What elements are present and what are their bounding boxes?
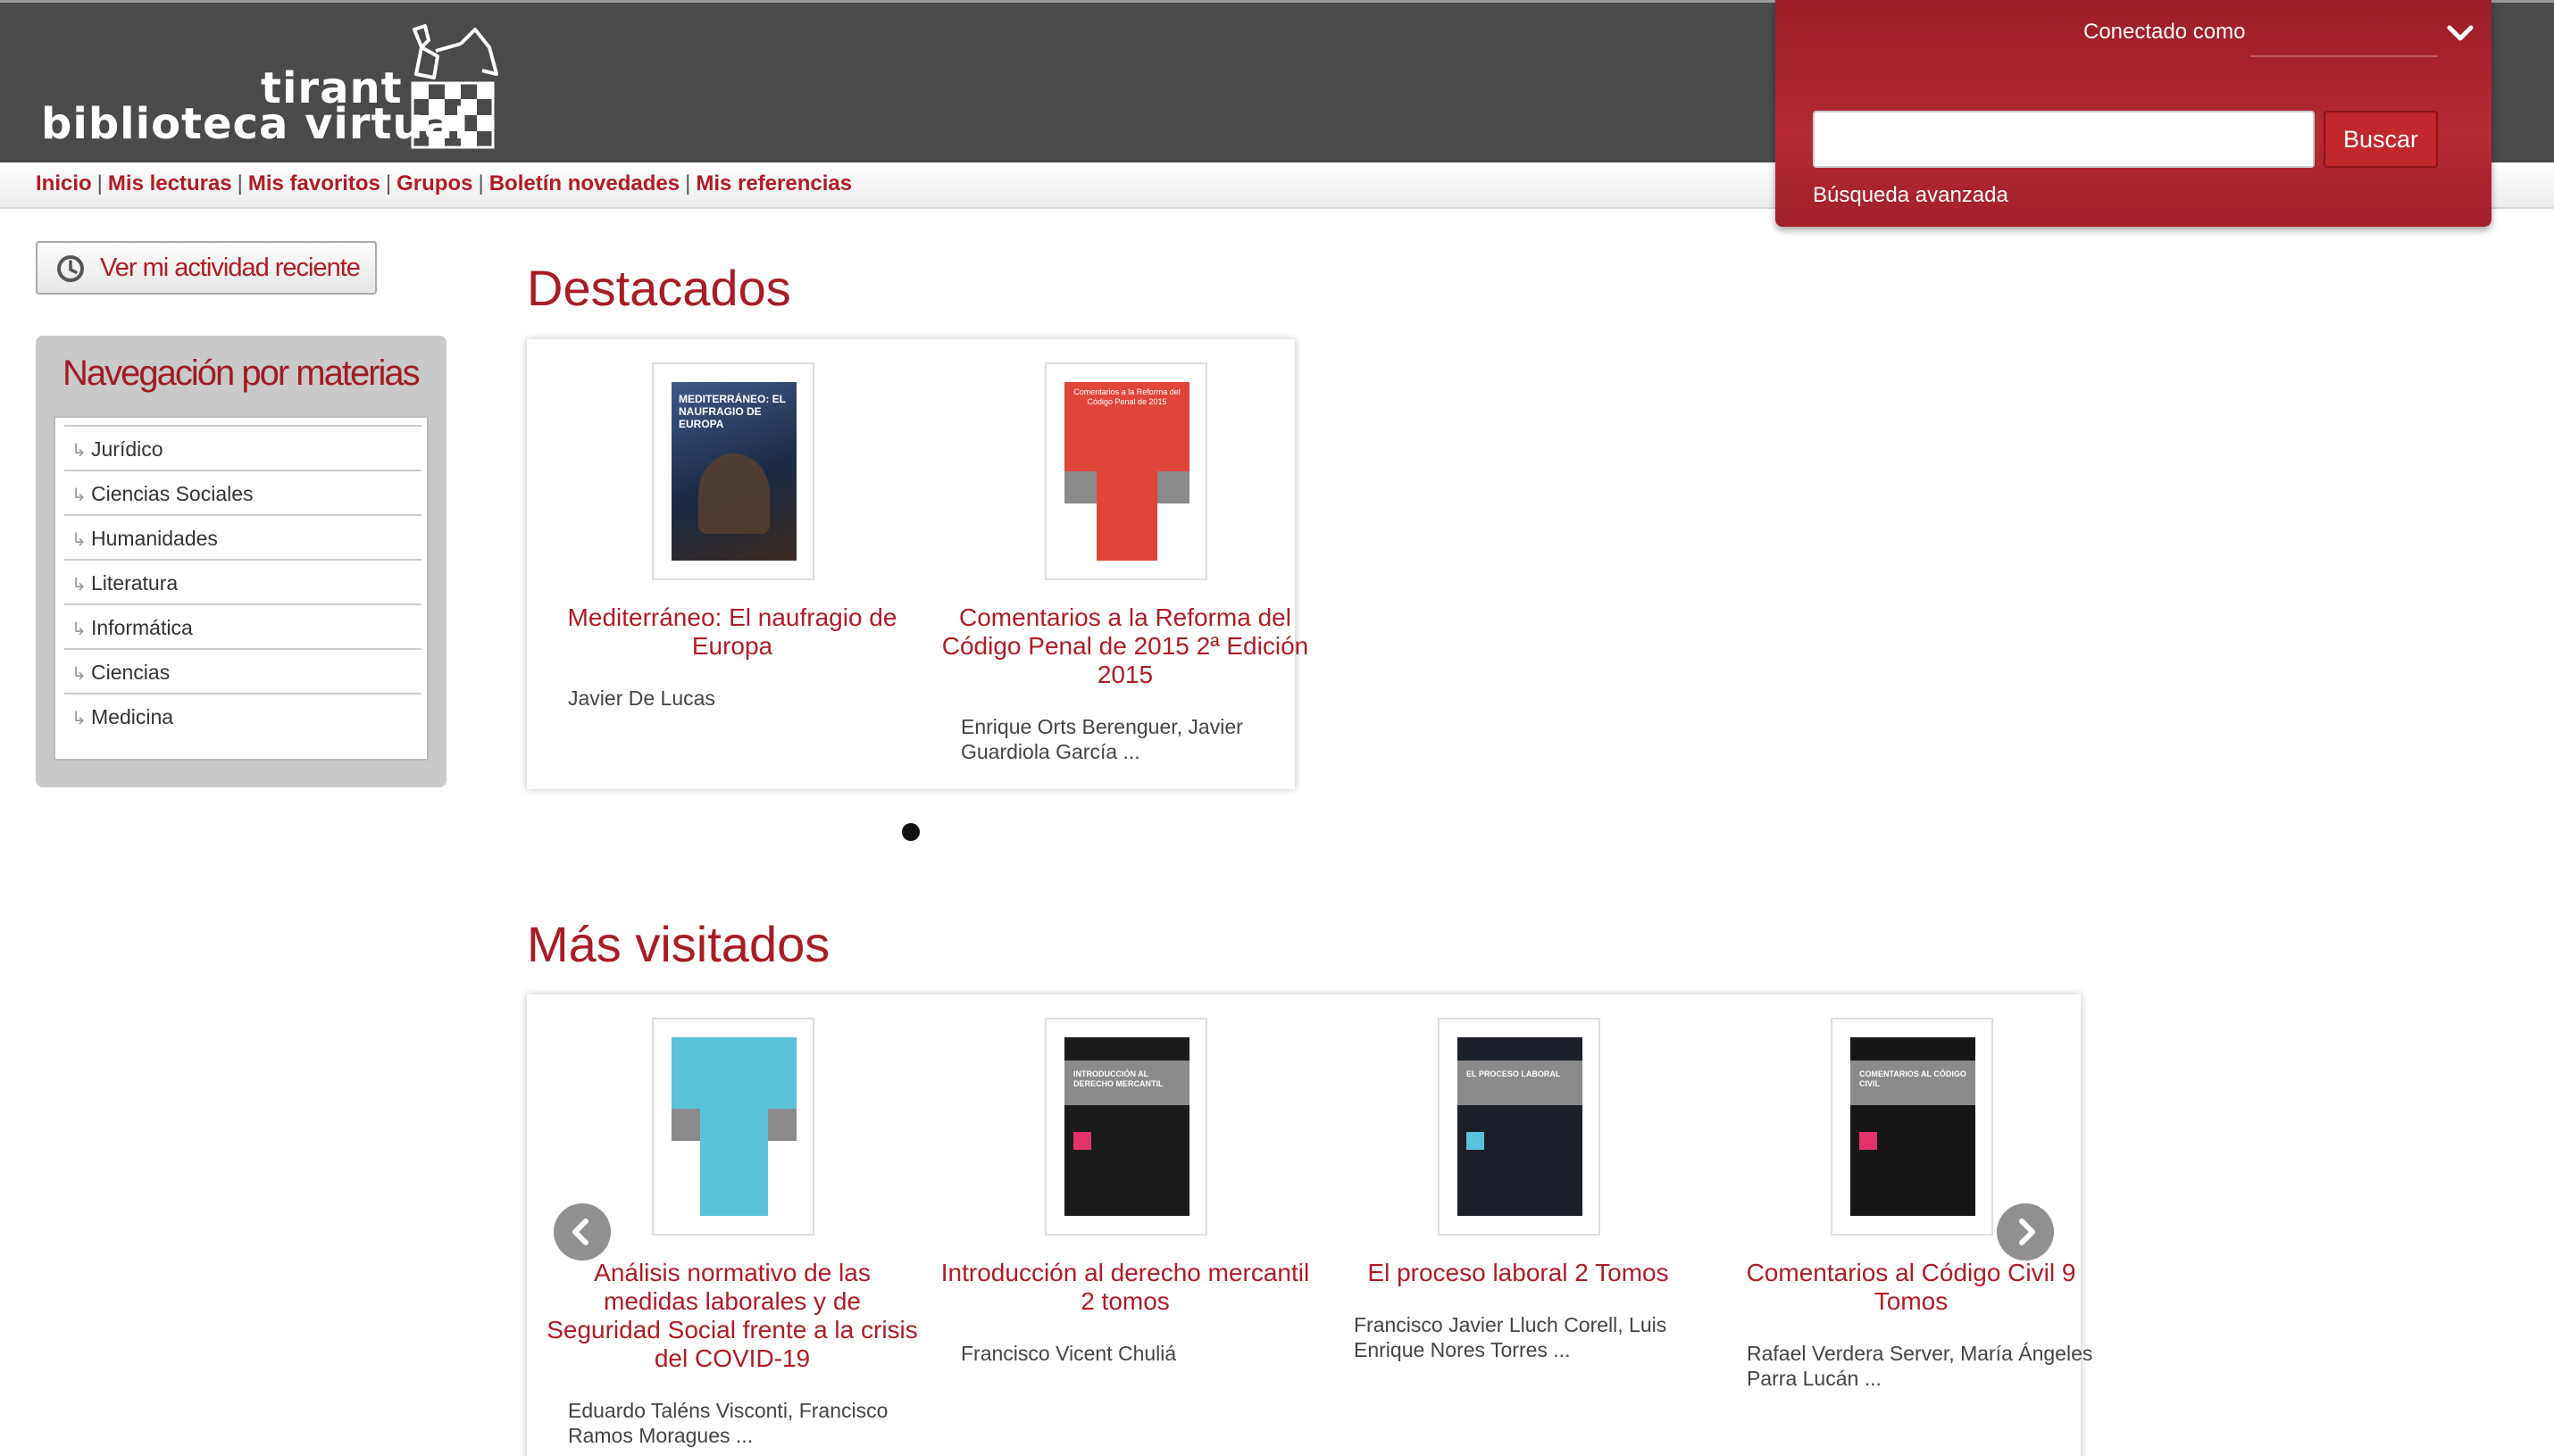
cover-gray-block (672, 1109, 700, 1141)
book-title[interactable]: Mediterráneo: El naufragio de Europa (545, 603, 920, 661)
sub-arrow-icon: ↳ (71, 530, 87, 550)
subject-label: Literatura (91, 571, 179, 595)
cover-bottom-block (1097, 471, 1157, 561)
cover-image: EL PROCESO LABORAL (1457, 1037, 1582, 1216)
chevron-left-icon (572, 1219, 588, 1245)
cover-top-block (672, 1037, 797, 1109)
subject-navigation-title: Navegación por materias (63, 354, 421, 393)
subject-label: Jurídico (91, 437, 163, 461)
username-placeholder-line (2250, 55, 2438, 57)
cover-image: COMENTARIOS AL CÓDIGO CIVIL (1850, 1037, 1975, 1216)
subject-item-informatica[interactable]: ↳ Informática (64, 603, 421, 648)
featured-title: Destacados (527, 260, 791, 316)
nav-mis-referencias[interactable]: Mis referencias (696, 171, 852, 196)
cover-gray-block (1064, 471, 1097, 503)
subject-navigation: Navegación por materias ↳ Jurídico ↳ Cie… (36, 336, 447, 787)
subject-label: Medicina (91, 705, 174, 728)
cover-title-band (1457, 1061, 1582, 1105)
subject-label: Humanidades (91, 527, 218, 550)
book-cover[interactable]: INTRODUCCIÓN AL DERECHO MERCANTIL (1045, 1018, 1207, 1236)
cover-gray-block (1157, 471, 1189, 503)
book-title[interactable]: Análisis normativo de las medidas labora… (545, 1259, 920, 1373)
sub-arrow-icon: ↳ (71, 664, 87, 684)
featured-carousel: MEDITERRÁNEO: EL NAUFRAGIO DE EUROPA Med… (527, 339, 1308, 789)
knight-logo-icon (411, 24, 498, 149)
sub-arrow-icon: ↳ (71, 441, 87, 461)
subject-label: Ciencias Sociales (91, 482, 254, 505)
subject-list: ↳ Jurídico ↳ Ciencias Sociales ↳ Humanid… (54, 416, 429, 761)
subject-item-humanidades[interactable]: ↳ Humanidades (64, 514, 421, 559)
cover-blue-square (1466, 1132, 1484, 1150)
cover-gray-block (768, 1109, 797, 1141)
book-author: Javier De Lucas (568, 686, 715, 710)
recent-activity-label: Ver mi actividad reciente (100, 254, 361, 282)
advanced-search-link[interactable]: Búsqueda avanzada (1813, 183, 2008, 208)
subject-item-ciencias[interactable]: ↳ Ciencias (64, 648, 421, 693)
cover-text: COMENTARIOS AL CÓDIGO CIVIL (1859, 1069, 1966, 1088)
subject-item-ciencias-sociales[interactable]: ↳ Ciencias Sociales (64, 470, 421, 514)
connected-as-label: Conectado como (2083, 20, 2246, 44)
nav-boletin-novedades[interactable]: Boletín novedades (489, 171, 680, 196)
most-visited-title: Más visitados (527, 916, 830, 972)
cover-bottom-block (700, 1109, 768, 1216)
chevron-down-icon[interactable] (2445, 20, 2475, 46)
cover-text: EL PROCESO LABORAL (1466, 1069, 1561, 1078)
subject-label: Informática (91, 616, 193, 639)
account-search-panel: Conectado como Buscar Búsqueda avanzada (1775, 0, 2491, 227)
sub-arrow-icon: ↳ (71, 575, 87, 595)
cover-pink-square (1859, 1132, 1877, 1150)
subject-label: Ciencias (91, 661, 171, 684)
most-visited-carousel: Análisis normativo de las medidas labora… (527, 994, 2092, 1456)
book-cover[interactable]: MEDITERRÁNEO: EL NAUFRAGIO DE EUROPA (652, 362, 814, 580)
recent-activity-button[interactable]: Ver mi actividad reciente (36, 241, 377, 295)
book-author: Rafael Verdera Server, María Ángeles Par… (1747, 1342, 2093, 1390)
book-author: Francisco Javier Lluch Corell, Luis Enri… (1354, 1313, 1667, 1361)
chevron-right-icon (2019, 1219, 2035, 1245)
subject-item-medicina[interactable]: ↳ Medicina (64, 693, 421, 737)
logo[interactable]: tirant biblioteca virtual (41, 21, 541, 154)
cover-text: INTRODUCCIÓN AL DERECHO MERCANTIL (1073, 1069, 1164, 1088)
cover-image (672, 1037, 797, 1216)
carousel-pager-dot[interactable] (902, 823, 920, 841)
cover-pink-square (1073, 1132, 1091, 1150)
nav-inicio[interactable]: Inicio (36, 171, 92, 196)
cover-text: MEDITERRÁNEO: EL NAUFRAGIO DE EUROPA (679, 393, 786, 430)
nav-grupos[interactable]: Grupos (396, 171, 472, 196)
cover-figure (698, 453, 770, 534)
book-title[interactable]: Comentarios a la Reforma del Código Pena… (938, 603, 1313, 689)
book-cover[interactable]: EL PROCESO LABORAL (1438, 1018, 1600, 1236)
book-author: Francisco Vicent Chuliá (961, 1342, 1177, 1365)
nav-mis-favoritos[interactable]: Mis favoritos (248, 171, 380, 196)
clock-icon (57, 255, 84, 282)
search-button[interactable]: Buscar (2324, 111, 2438, 168)
book-cover[interactable]: COMENTARIOS AL CÓDIGO CIVIL (1831, 1018, 1993, 1236)
book-title[interactable]: Comentarios al Código Civil 9 Tomos (1724, 1259, 2099, 1316)
subject-item-juridico[interactable]: ↳ Jurídico (64, 425, 421, 470)
cover-image: MEDITERRÁNEO: EL NAUFRAGIO DE EUROPA (672, 382, 797, 561)
cover-image: Comentarios a la Reforma del Código Pena… (1064, 382, 1189, 561)
book-author: Eduardo Taléns Visconti, Francisco Ramos… (568, 1399, 889, 1447)
subject-item-literatura[interactable]: ↳ Literatura (64, 559, 421, 603)
sub-arrow-icon: ↳ (71, 709, 87, 728)
book-cover[interactable] (652, 1018, 814, 1236)
book-author: Enrique Orts Berenguer, Javier Guardiola… (961, 715, 1243, 763)
book-title[interactable]: Introducción al derecho mercantil 2 tomo… (938, 1259, 1313, 1316)
book-title[interactable]: El proceso laboral 2 Tomos (1331, 1259, 1706, 1287)
book-cover[interactable]: Comentarios a la Reforma del Código Pena… (1045, 362, 1207, 580)
carousel-prev-button[interactable] (554, 1203, 611, 1260)
cover-text: Comentarios a la Reforma del Código Pena… (1073, 387, 1181, 406)
search-input[interactable] (1813, 111, 2315, 168)
cover-image: INTRODUCCIÓN AL DERECHO MERCANTIL (1064, 1037, 1189, 1216)
sub-arrow-icon: ↳ (71, 620, 87, 639)
sub-arrow-icon: ↳ (71, 486, 87, 505)
carousel-next-button[interactable] (1997, 1203, 2054, 1260)
nav-mis-lecturas[interactable]: Mis lecturas (108, 171, 232, 196)
